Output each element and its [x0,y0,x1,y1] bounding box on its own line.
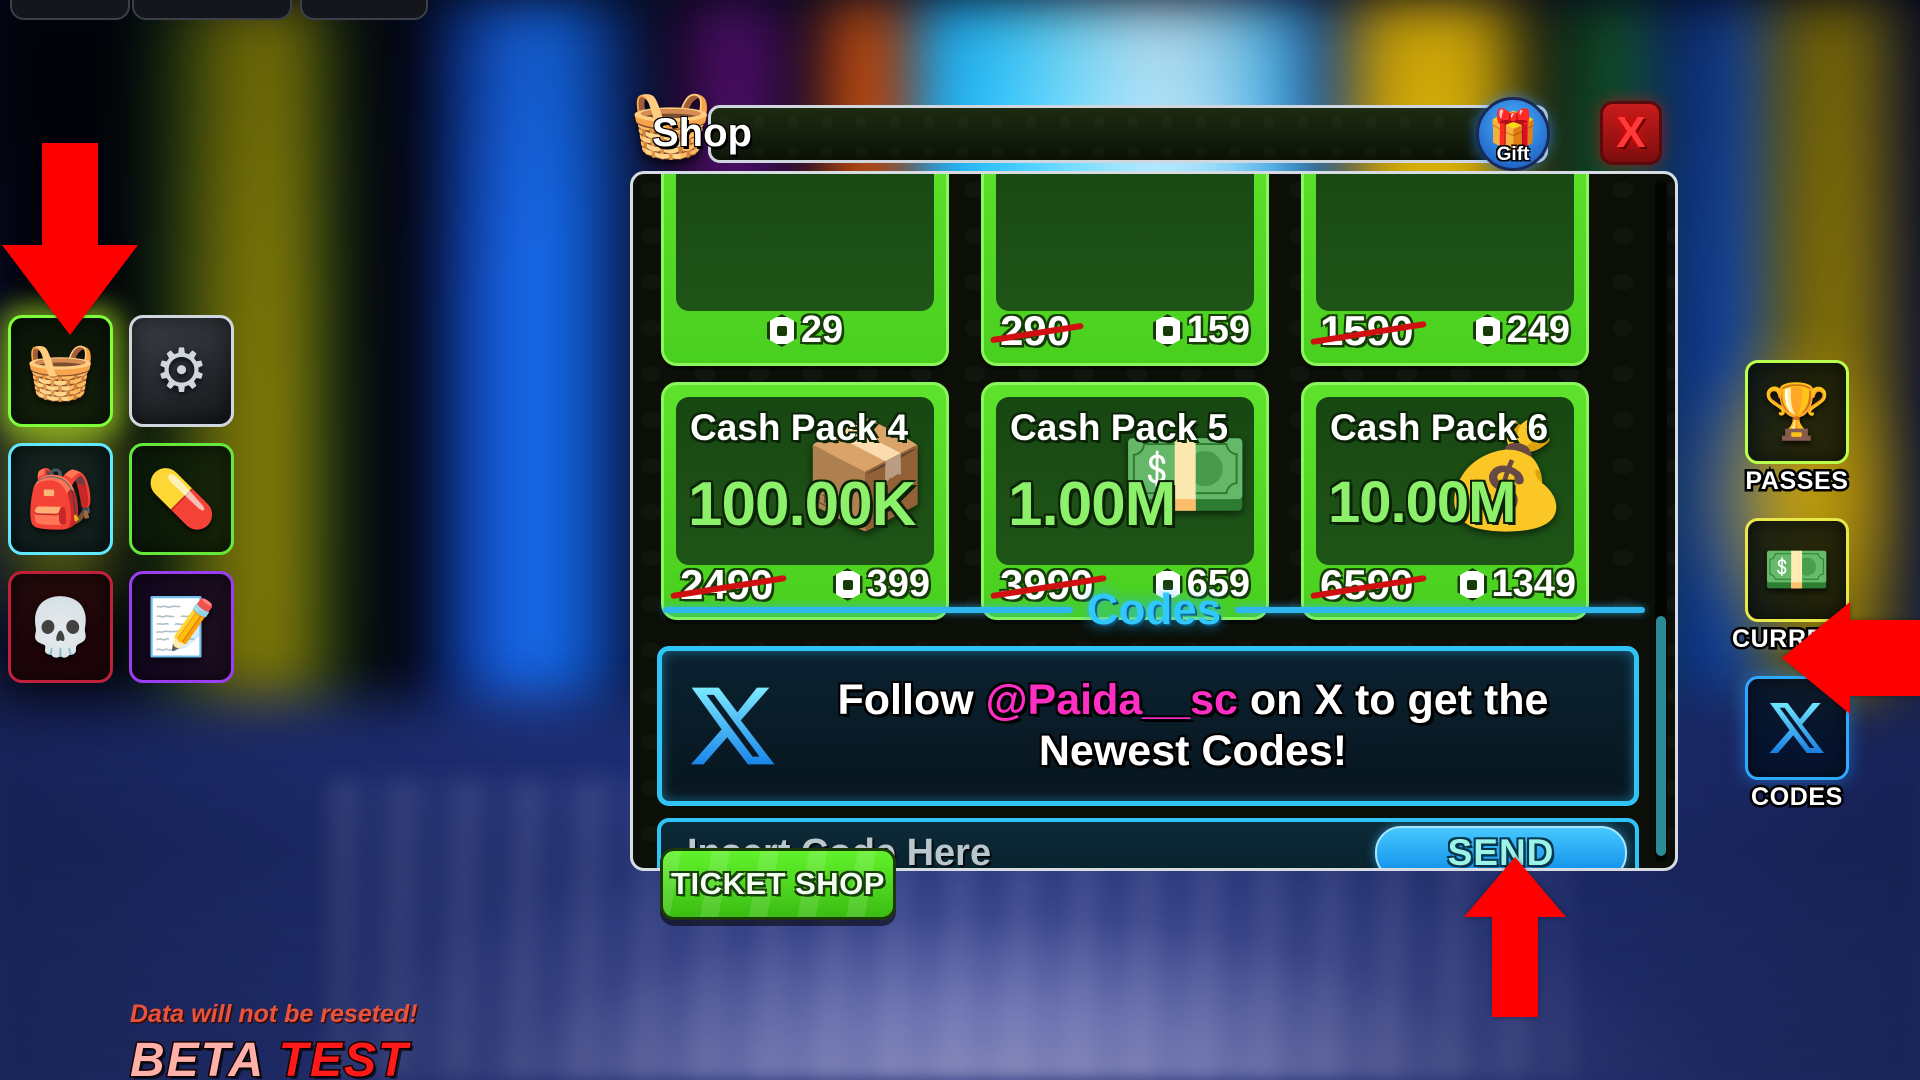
pack-name: Cash Pack 5 [1010,407,1229,448]
send-button[interactable]: SEND [1375,826,1627,871]
pack-inner: 💵 Cash Pack 5 1.00M [996,397,1254,565]
settings-button[interactable]: ⚙ [129,315,234,427]
robux-icon [1152,314,1183,347]
pill-icon: 💊 [146,467,217,530]
ticket-shop-button[interactable]: TICKET SHOP [660,848,896,920]
left-icon-row-2: 🎒 💊 [8,443,253,555]
shop-scrollbar[interactable] [1655,180,1667,862]
divider-right [1235,607,1646,613]
left-icon-row-1: 🧺 ⚙ [8,315,253,427]
pack-grid: 29 290 159 1590 249 📦 Cash Pack 4 100.00… [661,174,1591,636]
inventory-button[interactable]: 🎒 [8,443,113,555]
title-pattern [713,110,1543,158]
top-hud-chip-1 [10,0,130,20]
pack-inner [676,174,934,311]
pack-footer: 290 159 [984,303,1266,361]
gift-label: Gift [1496,144,1530,165]
pack-new-price: 249 [1472,309,1570,352]
money-stack-icon: 💵 [1763,539,1831,600]
x-twitter-icon [1769,703,1824,753]
robux-icon [766,314,797,347]
left-icon-panel: 🧺 ⚙ 🎒 💊 💀 📝 [8,315,253,699]
potions-button[interactable]: 💊 [129,443,234,555]
top-hud-chip-3 [300,0,428,20]
pack-card[interactable]: 290 159 [981,174,1269,366]
divider-left [663,607,1073,613]
pack-footer: 29 [664,303,946,361]
x-logo-container [678,677,788,775]
skull-icon: 💀 [25,595,96,658]
pack-new-price: 29 [664,309,946,352]
shop-button[interactable]: 🧺 [8,315,113,427]
passes-tile: 🏆 [1745,360,1849,464]
pack-card[interactable]: 29 [661,174,949,366]
ticket-shop-label: TICKET SHOP [671,866,885,901]
quests-button[interactable]: 📝 [129,571,234,683]
top-hud-chip-2 [132,0,292,20]
passes-label: PASSES [1743,465,1851,498]
follow-banner[interactable]: Follow @Paida__sc on X to get the Newest… [657,646,1639,806]
pack-name: Cash Pack 6 [1330,407,1549,448]
pack-amount: 1.00M [1008,470,1176,539]
x-twitter-icon [690,687,775,765]
robux-icon [1472,314,1503,347]
left-icon-row-3: 💀 📝 [8,571,253,683]
shop-title-box [708,105,1548,163]
beta-word-1: BETA [128,1033,264,1080]
follow-prefix: Follow [837,676,986,725]
pack-inner: 📦 Cash Pack 4 100.00K [676,397,934,565]
codes-tile [1745,676,1849,780]
beta-word-2: TEST [277,1033,410,1080]
page-title: Shop [652,111,752,155]
close-button[interactable]: X [1600,101,1662,165]
pack-footer: 1590 249 [1304,303,1586,361]
scrollbar-thumb[interactable] [1656,616,1666,856]
codes-section-header: Codes [663,582,1646,638]
codes-label: CODES [1749,781,1845,814]
shopping-basket-icon: 🧺 [25,339,96,402]
pack-old-price: 1590 [1320,307,1414,354]
shop-titlebar: 🧺 Shop 🎁 Gift X [630,86,1678,171]
pack-card[interactable]: 1590 249 [1301,174,1589,366]
notepad-icon: 📝 [146,595,217,658]
pack-inner [996,174,1254,311]
pack-name: Cash Pack 4 [690,407,909,448]
pack-amount: 10.00M [1328,470,1516,535]
pack-old-price: 290 [1000,307,1071,354]
trophy-icon: 🏆 [1763,381,1831,442]
enemies-button[interactable]: 💀 [8,571,113,683]
follow-handle: @Paida__sc [985,676,1238,725]
shop-body: 29 290 159 1590 249 📦 Cash Pack 4 100.00… [630,171,1678,871]
currency-button[interactable]: 💵 CURRENCY [1730,518,1881,656]
pack-amount: 100.00K [688,470,916,539]
gear-icon: ⚙ [154,337,209,404]
close-icon: X [1616,108,1646,157]
codes-button[interactable]: CODES [1732,676,1862,814]
pack-inner [1316,174,1574,311]
pack-inner: 💰 Cash Pack 6 10.00M [1316,397,1574,565]
beta-title: BETA TEST [128,1033,418,1080]
follow-text: Follow @Paida__sc on X to get the Newest… [788,675,1618,776]
codes-section-title: Codes [1086,585,1222,634]
gift-button[interactable]: 🎁 Gift [1476,97,1550,171]
currency-label: CURRENCY [1730,623,1881,656]
shop-window: 🧺 Shop 🎁 Gift X 29 290 159 1590 249 📦 Ca… [630,86,1678,871]
pack-new-price: 159 [1152,309,1250,352]
beta-subtitle: Data will not be reseted! [130,1000,418,1028]
currency-tile: 💵 [1745,518,1849,622]
passes-button[interactable]: 🏆 PASSES [1732,360,1862,498]
right-button-panel: 🏆 PASSES 💵 CURRENCY CODES [1730,360,1881,834]
beta-test-watermark: Data will not be reseted! BETA TEST [128,1000,418,1080]
pack-row-top-partial: 29 290 159 1590 249 [661,174,1591,366]
send-label: SEND [1447,832,1555,871]
backpack-icon: 🎒 [25,467,96,530]
